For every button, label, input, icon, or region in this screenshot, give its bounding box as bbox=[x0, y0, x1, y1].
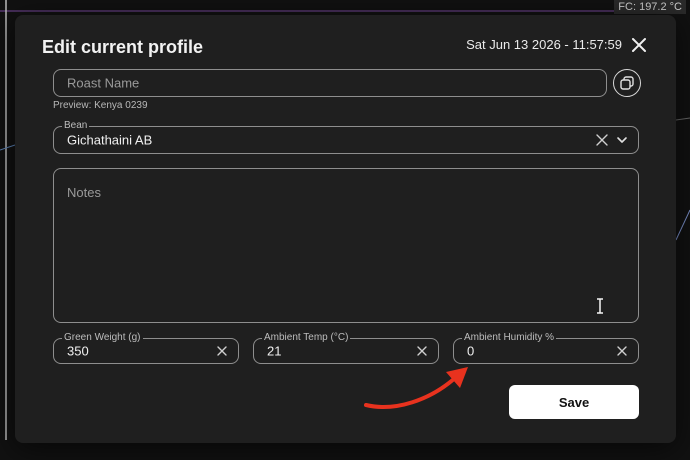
annotation-arrow-icon bbox=[364, 367, 468, 409]
